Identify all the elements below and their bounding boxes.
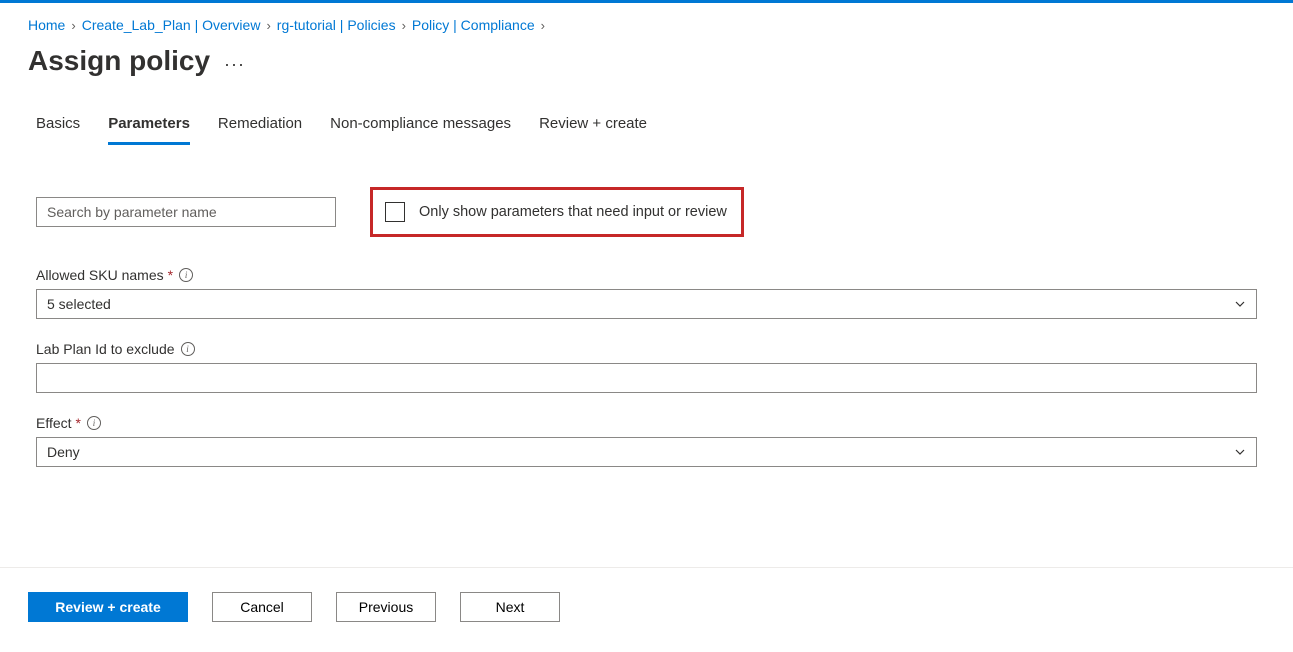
breadcrumb-lab-plan[interactable]: Create_Lab_Plan | Overview — [82, 17, 261, 33]
info-icon[interactable]: i — [181, 342, 195, 356]
page-title: Assign policy — [28, 45, 210, 77]
more-actions-button[interactable]: ··· — [224, 48, 245, 75]
allowed-sku-label: Allowed SKU names * i — [36, 267, 1257, 283]
lab-plan-id-label: Lab Plan Id to exclude i — [36, 341, 1257, 357]
field-allowed-sku: Allowed SKU names * i 5 selected — [36, 267, 1257, 319]
content-area: Only show parameters that need input or … — [0, 145, 1293, 467]
chevron-right-icon: › — [71, 18, 75, 33]
required-indicator: * — [168, 267, 173, 283]
next-button[interactable]: Next — [460, 592, 560, 622]
footer-actions: Review + create Cancel Previous Next — [0, 567, 1293, 622]
search-input[interactable] — [36, 197, 336, 227]
required-indicator: * — [76, 415, 81, 431]
page-title-row: Assign policy ··· — [0, 41, 1293, 85]
only-show-needed-label: Only show parameters that need input or … — [419, 204, 727, 220]
field-effect: Effect * i Deny — [36, 415, 1257, 467]
label-text: Lab Plan Id to exclude — [36, 341, 175, 357]
label-text: Allowed SKU names — [36, 267, 164, 283]
tab-parameters[interactable]: Parameters — [108, 115, 190, 145]
tab-basics[interactable]: Basics — [36, 115, 80, 145]
tabs: Basics Parameters Remediation Non-compli… — [0, 85, 1293, 145]
chevron-down-icon — [1234, 446, 1246, 458]
breadcrumb-rg-policies[interactable]: rg-tutorial | Policies — [277, 17, 396, 33]
filter-row: Only show parameters that need input or … — [36, 187, 1257, 237]
lab-plan-id-input[interactable] — [36, 363, 1257, 393]
filter-highlight-box: Only show parameters that need input or … — [370, 187, 744, 237]
breadcrumb-home[interactable]: Home — [28, 17, 65, 33]
allowed-sku-value: 5 selected — [47, 296, 111, 312]
breadcrumb-policy-compliance[interactable]: Policy | Compliance — [412, 17, 535, 33]
effect-value: Deny — [47, 444, 80, 460]
info-icon[interactable]: i — [87, 416, 101, 430]
tab-review-create[interactable]: Review + create — [539, 115, 647, 145]
chevron-right-icon: › — [402, 18, 406, 33]
tab-non-compliance[interactable]: Non-compliance messages — [330, 115, 511, 145]
only-show-needed-checkbox[interactable] — [385, 202, 405, 222]
field-lab-plan-id: Lab Plan Id to exclude i — [36, 341, 1257, 393]
allowed-sku-select[interactable]: 5 selected — [36, 289, 1257, 319]
info-icon[interactable]: i — [179, 268, 193, 282]
chevron-down-icon — [1234, 298, 1246, 310]
cancel-button[interactable]: Cancel — [212, 592, 312, 622]
chevron-right-icon: › — [266, 18, 270, 33]
chevron-right-icon: › — [541, 18, 545, 33]
review-create-button[interactable]: Review + create — [28, 592, 188, 622]
tab-remediation[interactable]: Remediation — [218, 115, 302, 145]
previous-button[interactable]: Previous — [336, 592, 436, 622]
effect-label: Effect * i — [36, 415, 1257, 431]
label-text: Effect — [36, 415, 72, 431]
breadcrumb: Home › Create_Lab_Plan | Overview › rg-t… — [0, 3, 1293, 41]
effect-select[interactable]: Deny — [36, 437, 1257, 467]
